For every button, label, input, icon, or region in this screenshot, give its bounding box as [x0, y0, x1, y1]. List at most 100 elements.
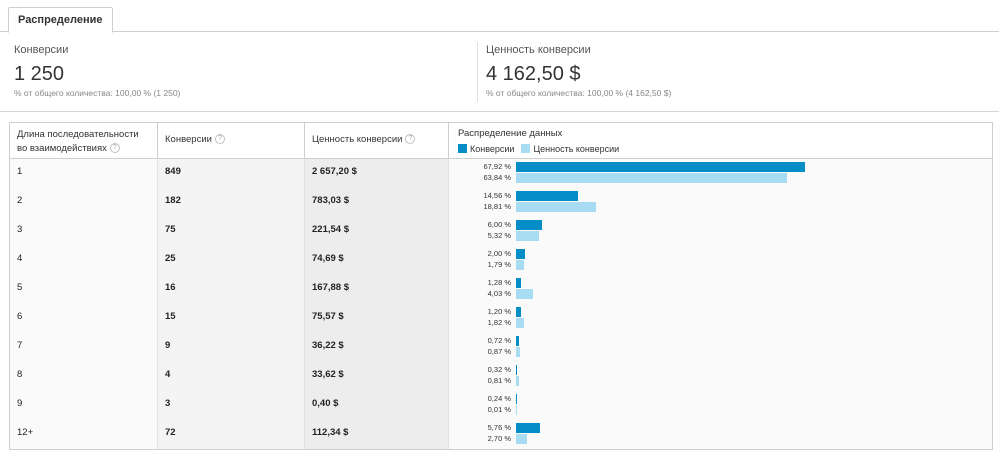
value-percent: 0,87 %: [487, 347, 511, 356]
help-icon[interactable]: ?: [405, 134, 416, 145]
header-path-length[interactable]: Длина последовательности во взаимодейств…: [10, 123, 157, 159]
header-distribution-label: Распределение данных: [458, 128, 563, 139]
header-path-length-label: Длина последовательности во взаимодейств…: [17, 129, 139, 154]
cell-distribution: 14,56 % 18,81 %: [448, 188, 992, 217]
conversions-bar: [516, 307, 522, 317]
metric-value-label: Ценность конверсии: [486, 44, 591, 56]
tab-bar: Распределение: [0, 0, 999, 33]
conversions-bar: [516, 336, 520, 346]
conversions-bar: [516, 278, 522, 288]
value-bar: [516, 347, 520, 357]
cell-path-length: 12+: [10, 420, 157, 449]
conversions-bar: [516, 162, 805, 172]
value-percent: 0,81 %: [487, 376, 511, 385]
cell-value: 75,57 $: [304, 304, 448, 333]
value-bar: [516, 202, 596, 212]
distribution-legend: Конверсии Ценность конверсии: [458, 142, 985, 156]
cell-conversions: 3: [157, 391, 304, 420]
table-row: 5 16 167,88 $ 1,28 % 4,03 %: [10, 275, 992, 304]
legend-swatch-conversions: [458, 144, 467, 153]
conversions-percent: 1,28 %: [487, 278, 511, 287]
value-percent: 2,70 %: [487, 434, 511, 443]
table-row: 3 75 221,54 $ 6,00 % 5,32 %: [10, 217, 992, 246]
header-distribution: Распределение данных Конверсии Ценность к…: [448, 123, 992, 159]
header-value-label: Ценность конверсии: [312, 134, 403, 145]
cell-conversions: 4: [157, 362, 304, 391]
value-bar: [516, 231, 539, 241]
cell-distribution: 5,76 % 2,70 %: [448, 420, 992, 449]
table-row: 1 849 2 657,20 $ 67,92 % 63,84 %: [10, 159, 992, 188]
value-bar: [516, 173, 788, 183]
table-row: 2 182 783,03 $ 14,56 % 18,81 %: [10, 188, 992, 217]
cell-conversions: 849: [157, 159, 304, 188]
table-row: 9 3 0,40 $ 0,24 % 0,01 %: [10, 391, 992, 420]
cell-value: 0,40 $: [304, 391, 448, 420]
cell-value: 783,03 $: [304, 188, 448, 217]
cell-conversions: 16: [157, 275, 304, 304]
conversions-bar: [516, 423, 541, 433]
metric-value-amount: 4 162,50 $: [486, 63, 581, 85]
table-row: 8 4 33,62 $ 0,32 % 0,81 %: [10, 362, 992, 391]
cell-distribution: 67,92 % 63,84 %: [448, 159, 992, 188]
conversions-percent: 14,56 %: [483, 191, 511, 200]
metric-value-sub: % от общего количества: 100,00 % (4 162,…: [486, 88, 672, 98]
conversions-percent: 0,32 %: [487, 365, 511, 374]
cell-path-length: 3: [10, 217, 157, 246]
metric-value: Ценность конверсии 4 162,50 $ % от общег…: [486, 44, 671, 98]
table-row: 4 25 74,69 $ 2,00 % 1,79 %: [10, 246, 992, 275]
cell-value: 221,54 $: [304, 217, 448, 246]
cell-conversions: 75: [157, 217, 304, 246]
cell-distribution: 0,24 % 0,01 %: [448, 391, 992, 420]
summary-panel: Конверсии 1 250 % от общего количества: …: [0, 32, 999, 112]
conversions-bar: [516, 394, 518, 404]
cell-path-length: 9: [10, 391, 157, 420]
cell-value: 33,62 $: [304, 362, 448, 391]
value-percent: 18,81 %: [483, 202, 511, 211]
cell-path-length: 1: [10, 159, 157, 188]
cell-distribution: 6,00 % 5,32 %: [448, 217, 992, 246]
conversions-percent: 0,72 %: [487, 336, 511, 345]
conversions-percent: 5,76 %: [487, 423, 511, 432]
value-percent: 63,84 %: [483, 173, 511, 182]
cell-path-length: 2: [10, 188, 157, 217]
table-row: 12+ 72 112,34 $ 5,76 % 2,70 %: [10, 420, 992, 449]
conversions-percent: 6,00 %: [487, 220, 511, 229]
conversions-bar: [516, 249, 525, 259]
header-conversions-label: Конверсии: [165, 134, 212, 145]
tab-distribution[interactable]: Распределение: [8, 7, 113, 33]
path-length-table: Длина последовательности во взаимодейств…: [9, 122, 993, 450]
cell-path-length: 5: [10, 275, 157, 304]
conversions-bar: [516, 191, 578, 201]
conversions-percent: 1,20 %: [487, 307, 511, 316]
cell-distribution: 1,20 % 1,82 %: [448, 304, 992, 333]
cell-value: 167,88 $: [304, 275, 448, 304]
header-conversions[interactable]: Конверсии?: [157, 123, 304, 159]
conversions-percent: 2,00 %: [487, 249, 511, 258]
conversions-bar: [516, 220, 542, 230]
cell-distribution: 0,72 % 0,87 %: [448, 333, 992, 362]
cell-distribution: 1,28 % 4,03 %: [448, 275, 992, 304]
help-icon[interactable]: ?: [214, 134, 225, 145]
cell-value: 112,34 $: [304, 420, 448, 449]
conversions-percent: 0,24 %: [487, 394, 511, 403]
cell-conversions: 25: [157, 246, 304, 275]
value-bar: [516, 260, 524, 270]
value-bar: [516, 376, 520, 386]
value-bar: [516, 289, 534, 299]
table-row: 6 15 75,57 $ 1,20 % 1,82 %: [10, 304, 992, 333]
metric-conversions: Конверсии 1 250 % от общего количества: …: [14, 44, 180, 98]
legend-value: Ценность конверсии: [533, 144, 620, 154]
legend-conversions: Конверсии: [470, 144, 515, 154]
value-percent: 0,01 %: [487, 405, 511, 414]
cell-conversions: 182: [157, 188, 304, 217]
conversions-percent: 67,92 %: [483, 162, 511, 171]
conversions-bar: [516, 365, 518, 375]
cell-conversions: 9: [157, 333, 304, 362]
table-row: 7 9 36,22 $ 0,72 % 0,87 %: [10, 333, 992, 362]
help-icon[interactable]: ?: [109, 143, 120, 154]
value-bar: [516, 318, 524, 328]
header-value[interactable]: Ценность конверсии?: [304, 123, 448, 159]
metric-conversions-sub: % от общего количества: 100,00 % (1 250): [14, 88, 181, 98]
metric-conversions-value: 1 250: [14, 63, 65, 85]
table-header: Длина последовательности во взаимодейств…: [10, 123, 992, 159]
